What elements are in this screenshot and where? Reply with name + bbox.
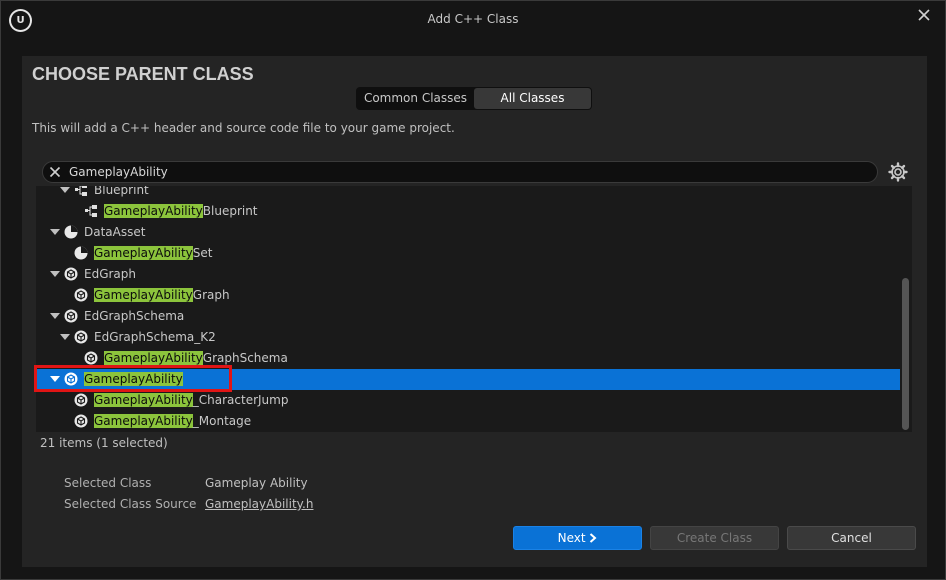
tree-item-label: GameplayAbilityBlueprint [104, 204, 258, 218]
class-icon [74, 330, 88, 344]
tree-item-label: GameplayAbility_CharacterJump [94, 393, 289, 407]
cancel-button[interactable]: Cancel [787, 526, 916, 550]
selected-source-link[interactable]: GameplayAbility.h [205, 497, 313, 511]
data-asset-icon [64, 225, 78, 239]
next-button[interactable]: Next [513, 526, 642, 550]
next-button-label: Next [557, 531, 586, 545]
selection-highlight-outline [34, 365, 232, 392]
tree-item-label: GameplayAbilityGraph [94, 288, 230, 302]
class-icon [84, 351, 98, 365]
tree-row[interactable]: GameplayAbilitySet [36, 243, 900, 264]
blueprint-icon [85, 205, 97, 217]
expand-arrow-icon[interactable] [60, 187, 70, 193]
tree-row[interactable]: EdGraphSchema_K2 [36, 327, 900, 348]
tree-item-label: EdGraph [84, 267, 137, 281]
search-bar [42, 161, 878, 183]
tab-all-classes[interactable]: All Classes [474, 88, 591, 109]
tree-item-label: DataAsset [84, 225, 146, 239]
tree-row[interactable]: GameplayAbilityBlueprint [36, 201, 900, 222]
chevron-right-icon [590, 533, 597, 543]
tree-row[interactable]: GameplayAbilityGraph [36, 285, 900, 306]
blueprint-icon [75, 186, 87, 196]
class-filter-tabs: Common Classes All Classes [356, 87, 592, 110]
add-cpp-class-window: U Add C++ Class CHOOSE PARENT CLASS Comm… [0, 0, 946, 580]
page-title: CHOOSE PARENT CLASS [32, 64, 254, 84]
tree-row[interactable]: GameplayAbility_Montage [36, 411, 900, 432]
tab-common-classes[interactable]: Common Classes [357, 88, 474, 109]
expand-arrow-icon[interactable] [50, 313, 60, 319]
gear-icon[interactable] [888, 162, 908, 182]
class-icon [74, 393, 88, 407]
tree-row[interactable]: EdGraphSchema [36, 306, 900, 327]
tree-item-label: EdGraphSchema_K2 [94, 330, 216, 344]
tree-item-label: GameplayAbility_Montage [94, 414, 252, 428]
tree-row[interactable]: DataAsset [36, 222, 900, 243]
tree-scrollbar[interactable] [902, 278, 909, 430]
tree-row[interactable]: GameplayAbility_CharacterJump [36, 390, 900, 411]
tree-item-label: GameplayAbilitySet [94, 246, 213, 260]
dialog-panel: CHOOSE PARENT CLASS Common Classes All C… [22, 56, 927, 567]
clear-search-icon[interactable] [48, 165, 62, 179]
close-icon[interactable] [915, 6, 933, 24]
create-class-button[interactable]: Create Class [650, 526, 779, 550]
tree-item-label: EdGraphSchema [84, 309, 185, 323]
expand-arrow-icon[interactable] [50, 229, 60, 235]
description-text: This will add a C++ header and source co… [32, 121, 455, 135]
data-asset-icon [74, 246, 88, 260]
class-icon [74, 288, 88, 302]
selected-class-label: Selected Class [64, 476, 152, 490]
selected-class-value: Gameplay Ability [205, 476, 308, 490]
expand-arrow-icon[interactable] [50, 271, 60, 277]
class-icon [64, 309, 78, 323]
class-icon [64, 267, 78, 281]
expand-arrow-icon[interactable] [60, 334, 70, 340]
window-title: Add C++ Class [427, 12, 519, 26]
tree-item-label: Blueprint [94, 186, 149, 197]
search-input[interactable] [69, 164, 849, 180]
class-tree: Blueprint GameplayAbilityBlueprint DataA… [36, 186, 912, 432]
tree-row[interactable]: Blueprint [36, 186, 900, 201]
title-bar: U Add C++ Class [1, 1, 945, 39]
class-icon [74, 414, 88, 428]
item-count: 21 items (1 selected) [40, 436, 168, 450]
tree-item-label: GameplayAbilityGraphSchema [104, 351, 288, 365]
tree-row[interactable]: EdGraph [36, 264, 900, 285]
selected-source-label: Selected Class Source [64, 497, 197, 511]
